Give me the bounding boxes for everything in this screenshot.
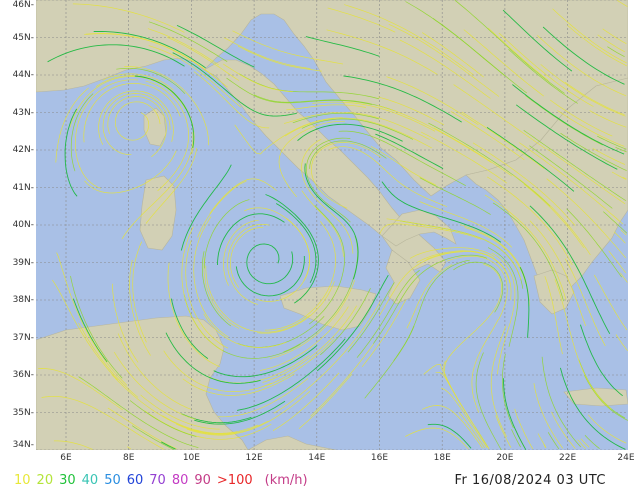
longitude-label: 22E xyxy=(559,453,577,463)
legend-item: 40 xyxy=(81,473,99,488)
legend-item: 70 xyxy=(149,473,166,488)
legend-item: 10 xyxy=(14,473,31,488)
latitude-label: 43N- xyxy=(12,107,34,118)
latitude-label: 46N- xyxy=(12,0,34,10)
latitude-label: 41N- xyxy=(12,182,34,193)
latitude-label: 37N- xyxy=(12,332,34,343)
legend-unit: (km/h) xyxy=(264,473,308,488)
latitude-label: 38N- xyxy=(12,295,34,305)
longitude-label: 6E xyxy=(60,453,72,463)
longitude-label: 16E xyxy=(370,453,389,463)
longitude-label: 12E xyxy=(245,453,263,463)
legend-item: 50 xyxy=(104,473,121,488)
latitude-label: 35N- xyxy=(12,407,34,418)
longitude-label: 18E xyxy=(433,453,451,463)
wind-map xyxy=(36,0,628,450)
longitude-label: 14E xyxy=(308,453,326,463)
latitude-label: 42N- xyxy=(12,145,34,155)
legend-item: 90 xyxy=(194,473,211,488)
speed-legend: 10 20 30 40 50 60 70 80 90 >100 (km/h) xyxy=(14,473,314,488)
land-crete xyxy=(563,387,628,407)
map-canvas xyxy=(36,0,628,450)
legend-item: 20 xyxy=(36,473,54,488)
latitude-label: 34N- xyxy=(12,440,34,450)
latitude-label: 40N- xyxy=(12,220,34,230)
longitude-label: 8E xyxy=(122,453,135,463)
latitude-label: 45N- xyxy=(12,32,34,43)
longitude-label: 20E xyxy=(496,453,514,463)
legend-item: >100 xyxy=(216,473,253,488)
legend-item: 60 xyxy=(126,473,144,488)
longitude-label: 24E xyxy=(617,453,634,463)
latitude-label: 44N- xyxy=(12,70,34,80)
legend-item: 80 xyxy=(171,473,189,488)
legend-item: 30 xyxy=(59,473,76,488)
latitude-label: 36N- xyxy=(12,370,34,380)
longitude-label: 10E xyxy=(182,453,200,463)
valid-time: Fr 16/08/2024 03 UTC xyxy=(454,473,606,488)
latitude-label: 39N- xyxy=(12,257,34,268)
